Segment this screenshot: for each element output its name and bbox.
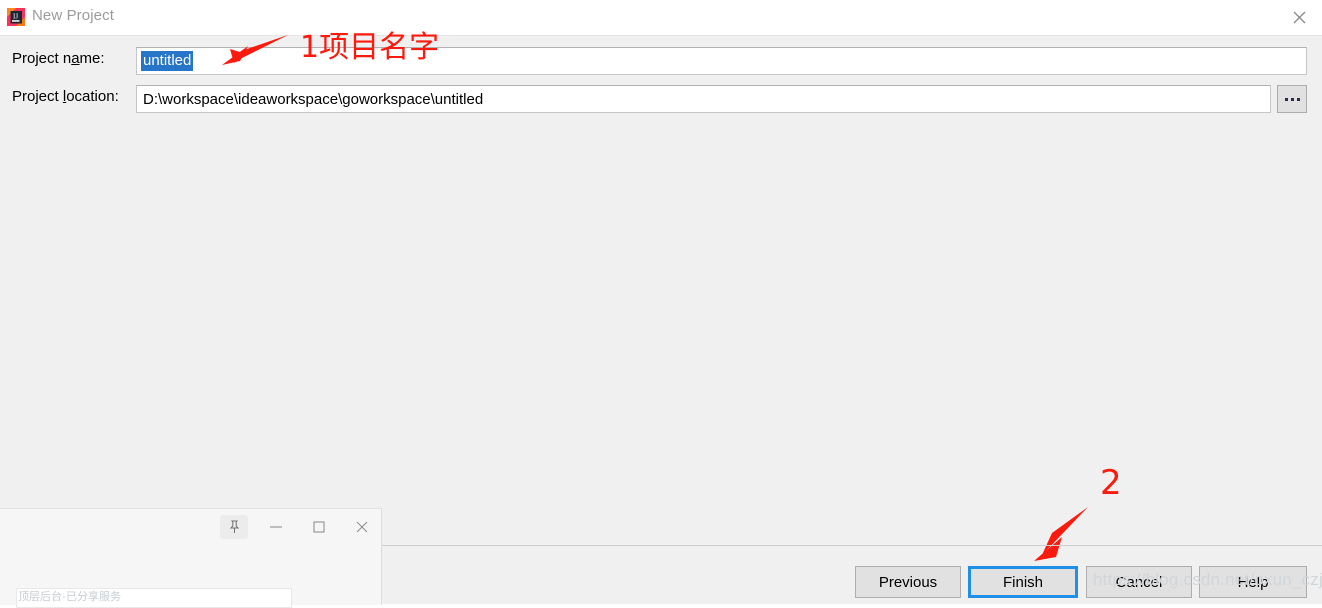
- pin-icon[interactable]: [220, 515, 248, 539]
- project-location-row: Project location: D:\workspace\ideaworks…: [0, 85, 1322, 113]
- close-icon[interactable]: [1276, 0, 1322, 34]
- ellipsis-icon: [1296, 97, 1300, 101]
- overlay-faded-text: 顶层后台-已分享服务: [18, 590, 121, 603]
- close-icon[interactable]: [348, 515, 376, 539]
- project-name-value: untitled: [141, 51, 194, 71]
- annotation-label-two: 2: [1100, 463, 1122, 503]
- mnemonic-letter: a: [71, 50, 80, 67]
- dialog-titlebar: IJ New Project: [0, 0, 1322, 36]
- finish-button[interactable]: Finish: [968, 566, 1078, 598]
- annotation-arrow-one: [218, 33, 290, 67]
- maximize-icon[interactable]: [305, 515, 333, 539]
- project-location-input[interactable]: D:\workspace\ideaworkspace\goworkspace\u…: [136, 85, 1271, 113]
- svg-text:IJ: IJ: [13, 13, 18, 21]
- ellipsis-icon: [1284, 97, 1288, 101]
- new-project-dialog: IJ New Project Project name: untitled Pr…: [0, 0, 1322, 608]
- intellij-idea-icon: IJ: [7, 8, 25, 26]
- project-name-row: Project name: untitled: [0, 47, 1322, 75]
- browse-folder-button[interactable]: [1277, 85, 1307, 113]
- annotation-arrow-two: [1032, 505, 1092, 565]
- overlay-titlebar: [0, 509, 381, 546]
- project-location-value: D:\workspace\ideaworkspace\goworkspace\u…: [143, 90, 484, 108]
- background-overlay-window: 顶层后台-已分享服务: [0, 508, 382, 608]
- project-location-label: Project location:: [12, 88, 119, 105]
- minimize-icon[interactable]: [262, 515, 290, 539]
- previous-button[interactable]: Previous: [855, 566, 961, 598]
- project-name-label: Project name:: [12, 50, 105, 67]
- ellipsis-icon: [1290, 97, 1294, 101]
- watermark: https://blog.csdn.net/oxun_czj: [1093, 570, 1322, 589]
- annotation-label-one: 1项目名字: [300, 30, 440, 65]
- dialog-title: New Project: [32, 7, 114, 24]
